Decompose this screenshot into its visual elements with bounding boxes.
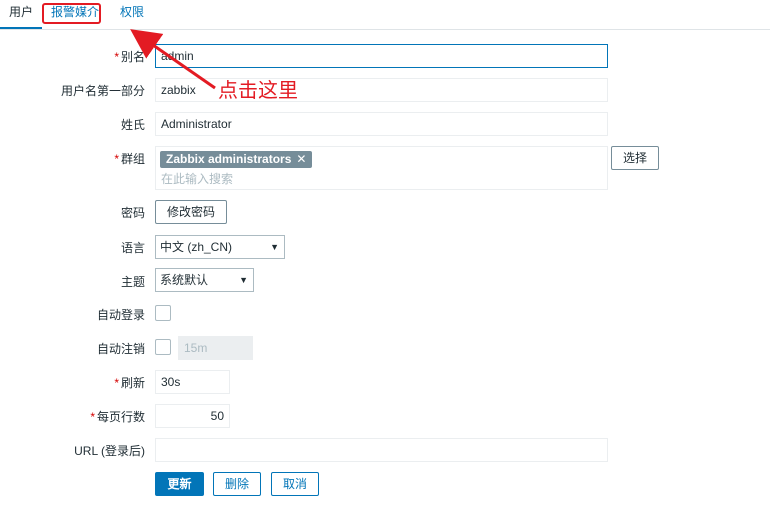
surname-input[interactable] — [155, 112, 608, 136]
required-asterisk: * — [114, 376, 119, 390]
surname-label: 姓氏 — [120, 118, 145, 132]
delete-button[interactable]: 删除 — [213, 472, 261, 496]
select-groups-button[interactable]: 选择 — [611, 146, 659, 170]
autologin-label: 自动登录 — [96, 308, 145, 322]
rows-per-page-input[interactable] — [155, 404, 230, 428]
autologin-checkbox[interactable] — [155, 305, 171, 321]
autologout-input — [178, 336, 253, 360]
name-label: 用户名第一部分 — [60, 84, 145, 98]
alias-input[interactable] — [155, 44, 608, 68]
groups-label: * 群组 — [114, 152, 145, 166]
tab-permissions[interactable]: 权限 — [120, 0, 144, 27]
tab-bar: 用户 报警媒介 权限 — [0, 0, 770, 30]
refresh-input[interactable] — [155, 370, 230, 394]
required-asterisk: * — [90, 410, 95, 424]
dropdown-arrow-icon: ▼ — [239, 275, 248, 285]
password-label: 密码 — [120, 206, 145, 220]
tab-user[interactable]: 用户 — [0, 0, 42, 29]
url-input[interactable] — [155, 438, 608, 462]
required-asterisk: * — [114, 50, 119, 64]
language-label: 语言 — [120, 241, 145, 255]
required-asterisk: * — [114, 152, 119, 166]
groups-search-placeholder[interactable]: 在此输入搜索 — [161, 170, 233, 187]
group-chip: Zabbix administrators ✕ — [160, 151, 313, 168]
rows-per-page-label: * 每页行数 — [90, 410, 145, 424]
theme-label: 主题 — [120, 275, 145, 289]
groups-multiselect[interactable]: Zabbix administrators ✕ 在此输入搜索 — [155, 146, 608, 190]
theme-select[interactable]: 系统默认 ▼ — [155, 268, 254, 292]
language-select[interactable]: 中文 (zh_CN) ▼ — [155, 235, 285, 259]
annotation-text: 点击这里 — [218, 78, 298, 102]
url-label: URL (登录后) — [74, 444, 145, 458]
autologout-label: 自动注销 — [96, 342, 145, 356]
alias-label: * 别名 — [114, 50, 145, 64]
refresh-label: * 刷新 — [114, 376, 145, 390]
annotation-arrow — [130, 29, 216, 90]
annotation-highlight-box — [42, 3, 101, 24]
cancel-button[interactable]: 取消 — [271, 472, 319, 496]
change-password-button[interactable]: 修改密码 — [155, 200, 227, 224]
group-chip-label: Zabbix administrators — [166, 152, 292, 166]
autologout-checkbox[interactable] — [155, 339, 171, 355]
dropdown-arrow-icon: ▼ — [270, 242, 279, 252]
update-button[interactable]: 更新 — [155, 472, 204, 496]
remove-chip-icon[interactable]: ✕ — [296, 152, 306, 166]
